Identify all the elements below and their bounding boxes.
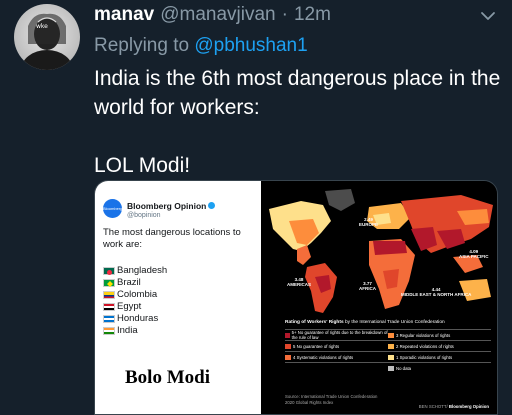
reply-prefix: Replying to: [94, 35, 190, 56]
world-map-graphic: [269, 189, 493, 313]
legend-item: 5 No guarantee of rights: [285, 340, 388, 351]
brazil-flag-icon: [103, 279, 115, 287]
colombia-flag-icon: [103, 291, 115, 299]
country-list: Bangladesh Brazil Colombia Egypt Hondura…: [103, 265, 167, 337]
region-asia-pacific-label: 4.09 ASIA PACIFIC: [459, 249, 489, 259]
region-mena-label: 4.44 MIDDLE EAST & NORTH AFRICA: [401, 287, 472, 297]
embedded-account-name: Bloomberg Opinion: [127, 201, 216, 211]
legend-title: Rating of Workers' Rights by the Interna…: [285, 320, 445, 325]
tweet-media[interactable]: Bloomberg Bloomberg Opinion @bopinion Th…: [94, 180, 498, 415]
user-handle[interactable]: @manavjivan: [160, 4, 275, 26]
overlay-caption: Bolo Modi: [125, 367, 210, 388]
egypt-flag-icon: [103, 303, 115, 311]
map-source: Source: International Trade Union Confed…: [285, 394, 378, 405]
tweet-time[interactable]: 12m: [294, 4, 331, 26]
avatar[interactable]: wke: [14, 4, 80, 70]
bangladesh-flag-icon: [103, 267, 115, 275]
map-legend: 5+ No guarantee of rights due to the bre…: [285, 329, 491, 373]
embedded-tweet-text: The most dangerous locations to work are…: [103, 227, 241, 250]
list-item: India: [103, 325, 167, 337]
reply-context: Replying to @pbhushan1: [94, 35, 308, 57]
reply-to-link[interactable]: @pbhushan1: [194, 35, 307, 56]
map-credit: BEN SCHOTT/ Bloomberg Opinion: [418, 404, 489, 409]
tweet-text-line: LOL Modi!: [94, 154, 191, 177]
tweet-header: manav @manavjivan · 12m: [94, 4, 498, 30]
embedded-bloomberg-tweet: Bloomberg Bloomberg Opinion @bopinion Th…: [95, 181, 261, 414]
legend-item: 1 Sporadic violations of rights: [388, 351, 491, 362]
list-item: Colombia: [103, 289, 167, 301]
list-item: Honduras: [103, 313, 167, 325]
display-name[interactable]: manav: [94, 4, 154, 26]
region-africa-label: 3.77 AFRICA: [359, 281, 376, 291]
svg-text:wke: wke: [36, 23, 48, 30]
tweet-text-line: India is the 6th most dangerous place in…: [94, 67, 501, 119]
world-rights-map: 2.49 EUROPE 4.09 ASIA PACIFIC 3.48 AMERICAS…: [261, 181, 497, 414]
list-item: Brazil: [103, 277, 167, 289]
bloomberg-logo-icon: Bloomberg: [103, 199, 122, 218]
india-flag-icon: [103, 327, 115, 335]
list-item: Bangladesh: [103, 265, 167, 277]
legend-item: 4 Systematic violations of rights: [285, 351, 388, 362]
legend-item: 5+ No guarantee of rights due to the bre…: [285, 329, 388, 340]
embedded-account-handle: @bopinion: [127, 212, 161, 219]
verified-badge-icon: [208, 202, 216, 209]
legend-item: [285, 362, 388, 373]
region-americas-label: 3.48 AMERICAS: [287, 277, 312, 287]
separator-dot: ·: [281, 4, 288, 25]
chevron-down-icon[interactable]: [480, 8, 496, 24]
region-europe-label: 2.49 EUROPE: [359, 217, 379, 227]
honduras-flag-icon: [103, 315, 115, 323]
list-item: Egypt: [103, 301, 167, 313]
legend-item: 3 Regular violations of rights: [388, 329, 491, 340]
avatar-icon: wke: [21, 13, 73, 70]
legend-item: 2 Repeated violations of rights: [388, 340, 491, 351]
legend-item: No data: [388, 362, 491, 373]
